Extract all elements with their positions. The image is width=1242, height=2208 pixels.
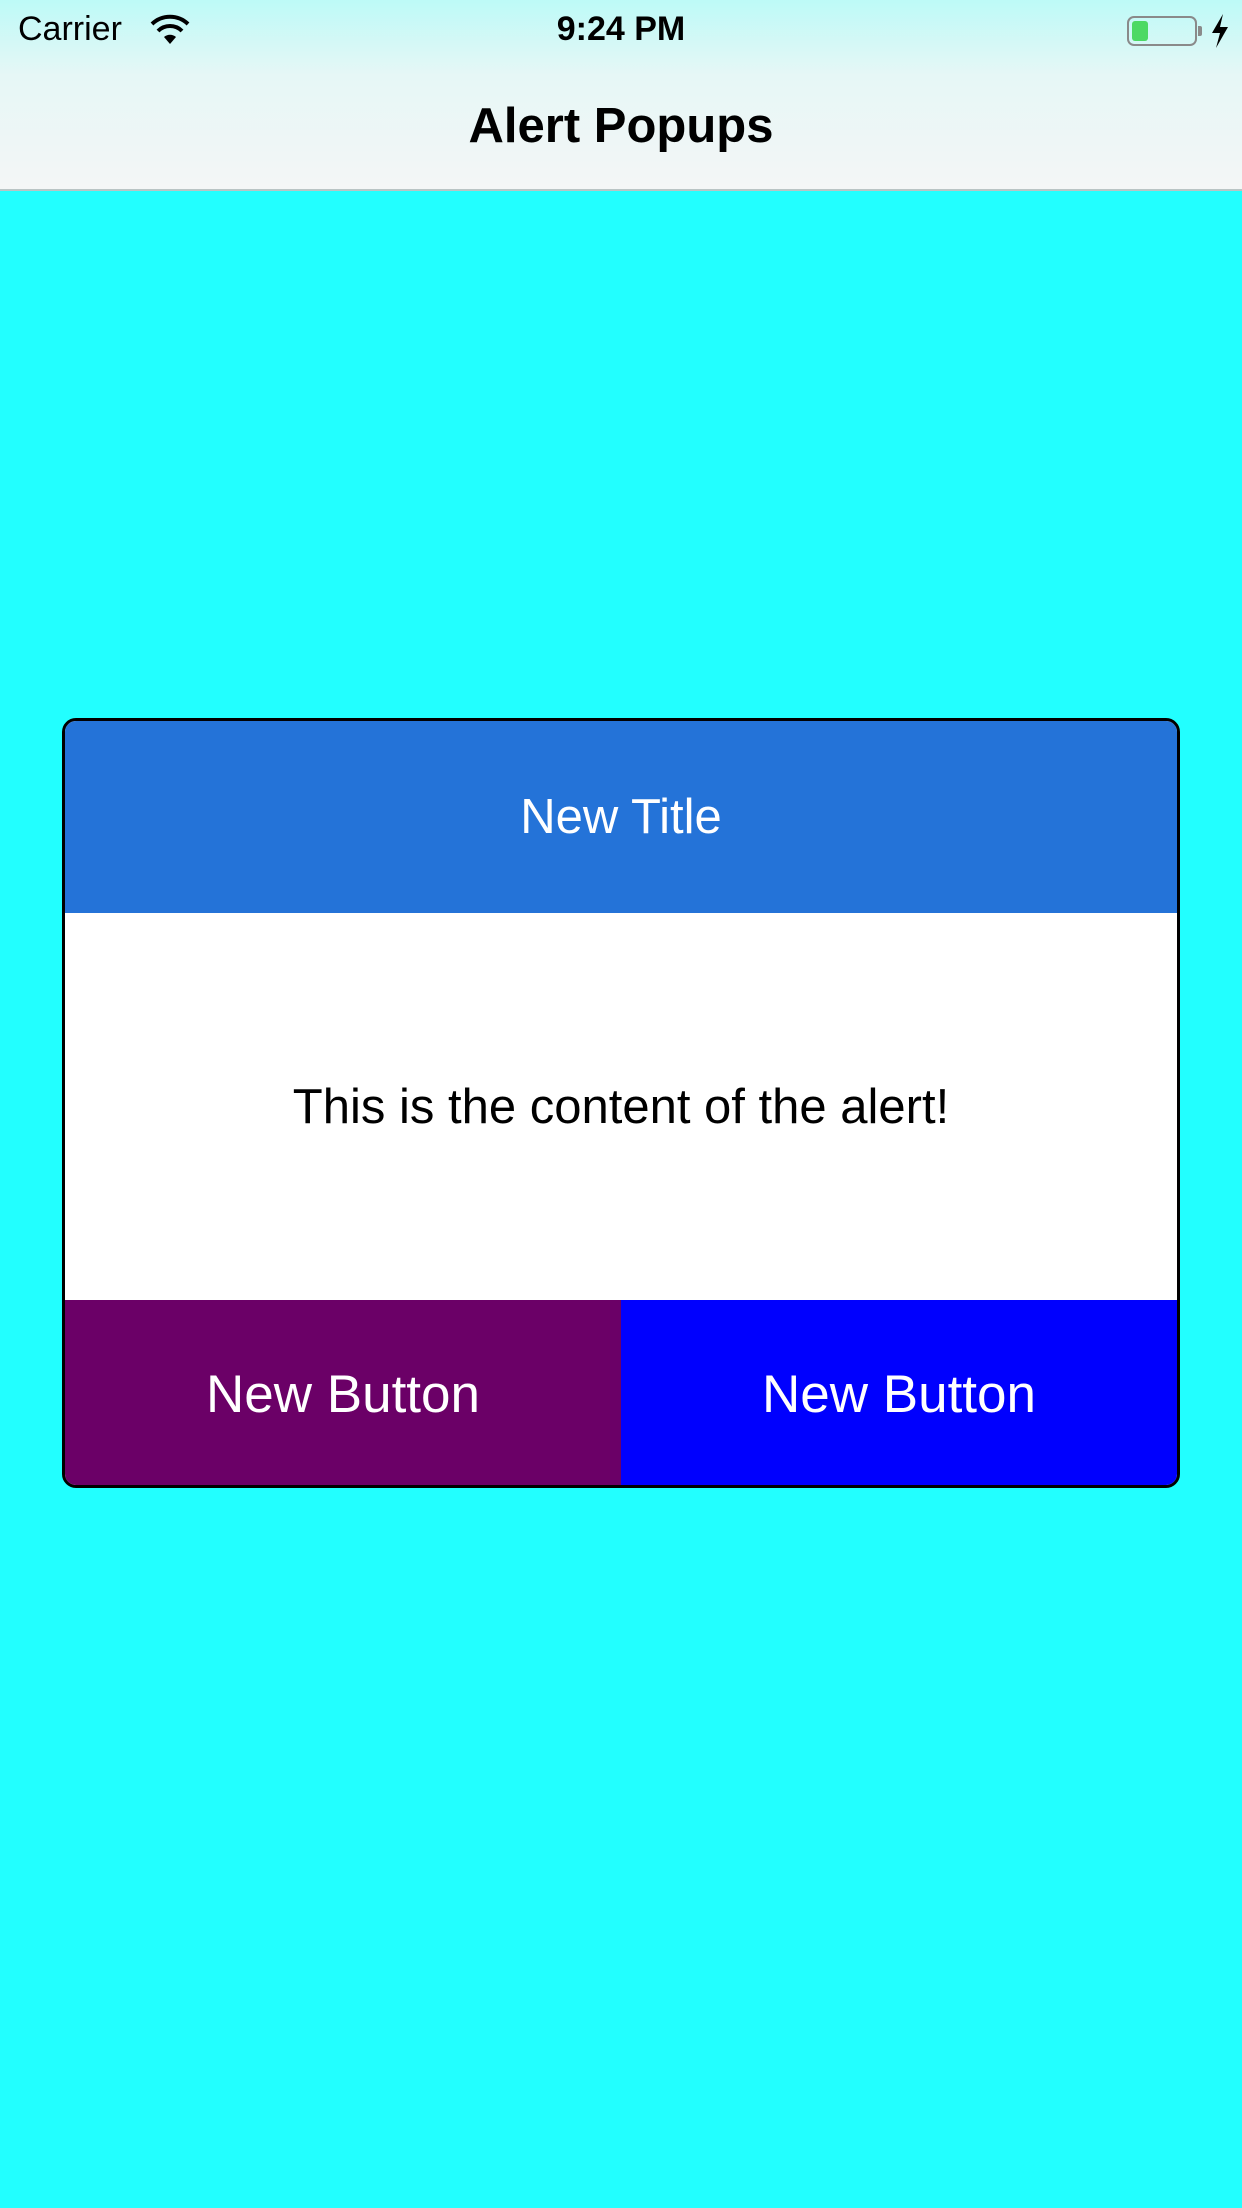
charging-bolt-icon — [1210, 14, 1230, 48]
alert-content: This is the content of the alert! — [65, 913, 1177, 1300]
battery-tip — [1198, 26, 1202, 36]
alert-popup: New Title This is the content of the ale… — [62, 718, 1180, 1488]
top-bar: Carrier 9:24 PM Alert Popups — [0, 0, 1242, 191]
alert-title: New Title — [65, 721, 1177, 913]
alert-button-right[interactable]: New Button — [621, 1300, 1177, 1485]
battery-icon — [1127, 16, 1197, 46]
nav-title: Alert Popups — [468, 99, 774, 153]
status-bar: Carrier 9:24 PM — [0, 0, 1242, 62]
battery-level — [1132, 21, 1148, 41]
status-time: 9:24 PM — [556, 10, 686, 48]
alert-button-left[interactable]: New Button — [65, 1300, 621, 1485]
